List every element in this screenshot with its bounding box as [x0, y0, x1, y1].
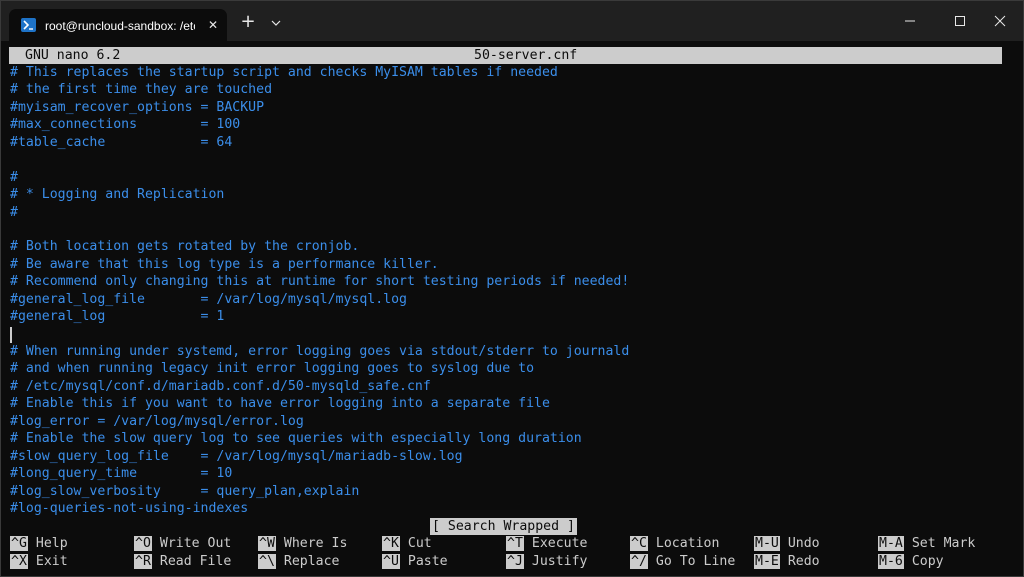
editor-line[interactable]: # * Logging and Replication	[10, 186, 1000, 203]
shortcut-item[interactable]: ^X Exit	[10, 553, 68, 570]
shortcut-key: ^K	[382, 536, 400, 551]
shortcut-item[interactable]: M-U Undo	[754, 535, 820, 552]
tab-close-icon[interactable]: ✕	[204, 15, 222, 35]
shortcut-label: Help	[35, 536, 68, 551]
editor-line[interactable]: # Both location gets rotated by the cron…	[10, 238, 1000, 255]
editor-line[interactable]: #slow_query_log_file = /var/log/mysql/ma…	[10, 448, 1000, 465]
editor-line[interactable]	[10, 221, 1000, 238]
tab-title: root@runcloud-sandbox: /etc/	[45, 19, 195, 33]
shortcut-item[interactable]: ^O Write Out	[134, 535, 231, 552]
shortcut-key: ^W	[258, 536, 276, 551]
shortcut-key: M-A	[878, 536, 904, 551]
shortcut-label: Write Out	[159, 536, 232, 551]
shortcut-row-2: ^X Exit ^R Read File ^\ Replace ^U Paste ^J Justi…	[10, 553, 1010, 570]
shortcut-item[interactable]: ^W Where Is	[258, 535, 347, 552]
shortcut-item[interactable]: M-E Redo	[754, 553, 820, 570]
editor-line[interactable]: # and when running legacy init error log…	[10, 360, 1000, 377]
shortcut-label: Set Mark	[911, 536, 976, 551]
shortcut-key: ^X	[10, 554, 28, 569]
shortcut-label: Redo	[787, 554, 820, 569]
terminal-window: root@runcloud-sandbox: /etc/ ✕ + GNU nan…	[0, 0, 1024, 577]
editor-line[interactable]: #general_log = 1	[10, 308, 1000, 325]
shortcut-key: M-U	[754, 536, 780, 551]
shortcut-label: Where Is	[283, 536, 348, 551]
editor-line[interactable]: # the first time they are touched	[10, 81, 1000, 98]
shortcut-label: Undo	[787, 536, 820, 551]
shortcut-label: Paste	[407, 554, 448, 569]
shortcut-key: ^U	[382, 554, 400, 569]
editor-line[interactable]: # Be aware that this log type is a perfo…	[10, 256, 1000, 273]
editor-line[interactable]: #log-queries-not-using-indexes	[10, 500, 1000, 517]
editor-line[interactable]: #long_query_time = 10	[10, 465, 1000, 482]
shortcut-label: Replace	[283, 554, 340, 569]
editor-line[interactable]: # When running under systemd, error logg…	[10, 343, 1000, 360]
maximize-icon	[955, 16, 965, 26]
shortcut-key: ^R	[134, 554, 152, 569]
shortcut-item[interactable]: ^T Execute	[506, 535, 587, 552]
scrollbar[interactable]	[1009, 73, 1017, 553]
shortcut-label: Justify	[531, 554, 588, 569]
shortcut-label: Location	[655, 536, 720, 551]
shortcut-key: ^/	[630, 554, 648, 569]
shortcut-item[interactable]: ^U Paste	[382, 553, 448, 570]
minimize-button[interactable]	[887, 1, 933, 41]
shortcut-item[interactable]: M-6 Copy	[878, 553, 944, 570]
status-message: [ Search Wrapped ]	[430, 518, 577, 535]
editor-line[interactable]: # Recommend only changing this at runtim…	[10, 273, 1000, 290]
shortcut-item[interactable]: ^R Read File	[134, 553, 231, 570]
editor-line[interactable]: # Enable this if you want to have error …	[10, 395, 1000, 412]
editor-line[interactable]	[10, 151, 1000, 168]
shortcut-label: Read File	[159, 554, 232, 569]
shortcut-row-1: ^G Help ^O Write Out ^W Where Is ^K Cut ^T Execut…	[10, 535, 1010, 552]
shortcut-item[interactable]: ^/ Go To Line	[630, 553, 735, 570]
terminal-area[interactable]: GNU nano 6.2 50-server.cnf # This replac…	[2, 41, 1022, 576]
shortcut-label: Exit	[35, 554, 68, 569]
title-bar[interactable]: root@runcloud-sandbox: /etc/ ✕ +	[1, 1, 1023, 41]
shortcut-key: ^G	[10, 536, 28, 551]
shortcut-label: Execute	[531, 536, 588, 551]
shortcut-item[interactable]: ^J Justify	[506, 553, 587, 570]
editor-line[interactable]: #log_error = /var/log/mysql/error.log	[10, 413, 1000, 430]
editor-line[interactable]: #max_connections = 100	[10, 116, 1000, 133]
text-cursor	[10, 327, 12, 343]
editor-line[interactable]: #log_slow_verbosity = query_plan,explain	[10, 483, 1000, 500]
file-name: 50-server.cnf	[474, 48, 578, 63]
terminal-tab[interactable]: root@runcloud-sandbox: /etc/ ✕	[9, 9, 227, 41]
powershell-icon	[21, 18, 36, 32]
shortcut-item[interactable]: ^C Location	[630, 535, 719, 552]
new-tab-button[interactable]: +	[237, 12, 259, 34]
editor-line[interactable]: #	[10, 204, 1000, 221]
shortcut-key: ^\	[258, 554, 276, 569]
shortcut-key: M-E	[754, 554, 780, 569]
shortcut-item[interactable]: M-A Set Mark	[878, 535, 975, 552]
shortcut-key: M-6	[878, 554, 904, 569]
editor-line[interactable]: # This replaces the startup script and c…	[10, 64, 1000, 81]
close-icon	[994, 15, 1006, 27]
editor-content[interactable]: # This replaces the startup script and c…	[10, 64, 1000, 517]
nano-header-bar: GNU nano 6.2 50-server.cnf	[9, 47, 1002, 64]
nano-version: GNU nano 6.2	[25, 48, 121, 63]
editor-line[interactable]: #table_cache = 64	[10, 134, 1000, 151]
shortcut-item[interactable]: ^K Cut	[382, 535, 432, 552]
editor-line[interactable]: #general_log_file = /var/log/mysql/mysql…	[10, 291, 1000, 308]
shortcut-item[interactable]: ^G Help	[10, 535, 68, 552]
editor-line[interactable]	[10, 326, 1000, 343]
shortcut-label: Cut	[407, 536, 432, 551]
shortcut-key: ^C	[630, 536, 648, 551]
editor-line[interactable]: # /etc/mysql/conf.d/mariadb.conf.d/50-my…	[10, 378, 1000, 395]
shortcut-key: ^J	[506, 554, 524, 569]
shortcut-label: Copy	[911, 554, 944, 569]
minimize-icon	[905, 20, 915, 22]
editor-line[interactable]: #	[10, 169, 1000, 186]
editor-line[interactable]: # Enable the slow query log to see queri…	[10, 430, 1000, 447]
editor-line[interactable]: #myisam_recover_options = BACKUP	[10, 99, 1000, 116]
shortcut-key: ^T	[506, 536, 524, 551]
chevron-down-icon[interactable]	[267, 13, 285, 33]
close-button[interactable]	[977, 1, 1023, 41]
shortcut-key: ^O	[134, 536, 152, 551]
shortcut-label: Go To Line	[655, 554, 736, 569]
shortcut-item[interactable]: ^\ Replace	[258, 553, 339, 570]
